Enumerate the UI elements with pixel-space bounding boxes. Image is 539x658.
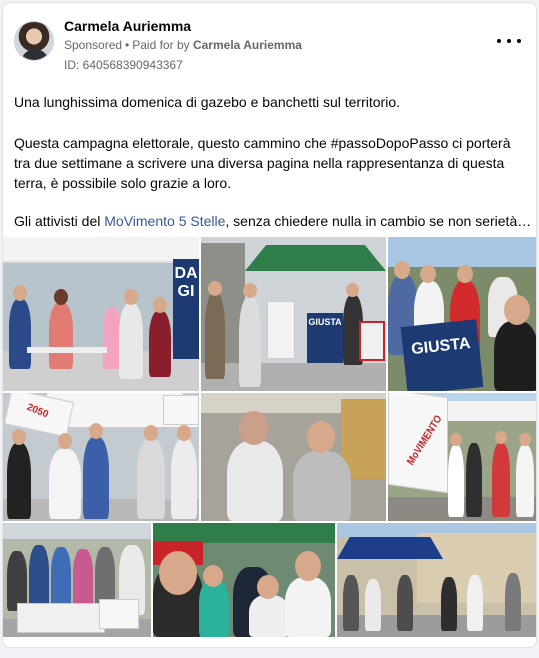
photo-9[interactable]: [337, 523, 536, 637]
photo-4[interactable]: 2050: [3, 393, 199, 521]
sign-giusta-2: GIUSTA: [410, 335, 472, 359]
paragraph-3-prefix: Gli attivisti del: [14, 213, 105, 229]
photo-3[interactable]: GIUSTA: [388, 237, 536, 391]
post-paragraph-3: Gli attivisti del MoVimento 5 Stelle, se…: [14, 211, 532, 231]
ellipsis-icon[interactable]: [497, 33, 521, 49]
sign-giusta-1: GIUSTA: [308, 317, 342, 327]
post-paragraph-2: Questa campagna elettorale, questo cammi…: [14, 135, 511, 191]
photo-6[interactable]: MoVIMENTO: [388, 393, 536, 521]
paid-for-prefix: Paid for by: [132, 38, 190, 52]
photo-2[interactable]: GIUSTA: [201, 237, 386, 391]
sponsored-post-card: Carmela Auriemma Sponsored • Paid for by C…: [2, 2, 537, 648]
flag-movimento: MoVIMENTO: [405, 413, 445, 468]
photo-7[interactable]: [3, 523, 151, 637]
sign-gi: GI: [177, 283, 195, 300]
sign-da: DA: [174, 265, 198, 282]
flag-2050: 2050: [25, 401, 50, 421]
photo-1[interactable]: DA GI: [3, 237, 199, 391]
photo-8[interactable]: [153, 523, 335, 637]
paid-for-name: Carmela Auriemma: [192, 38, 302, 52]
photo-grid: DA GI GIUSTA GIUSTA 2050 MoVIMENTO: [3, 237, 536, 637]
sponsored-meta: Sponsored • Paid for by Carmela Auriemma: [64, 38, 302, 52]
photo-5[interactable]: [201, 393, 386, 521]
post-paragraph-1: Una lunghissima domenica di gazebo e ban…: [14, 94, 400, 110]
ad-id: ID: 640568390943367: [64, 58, 183, 72]
sponsored-label[interactable]: Sponsored: [64, 38, 122, 52]
movimento-link[interactable]: MoVimento 5 Stelle: [104, 213, 225, 229]
author-avatar[interactable]: [14, 21, 54, 61]
author-name[interactable]: Carmela Auriemma: [64, 18, 191, 34]
paragraph-3-suffix: , senza chiedere nulla in cambio se non …: [225, 213, 532, 229]
